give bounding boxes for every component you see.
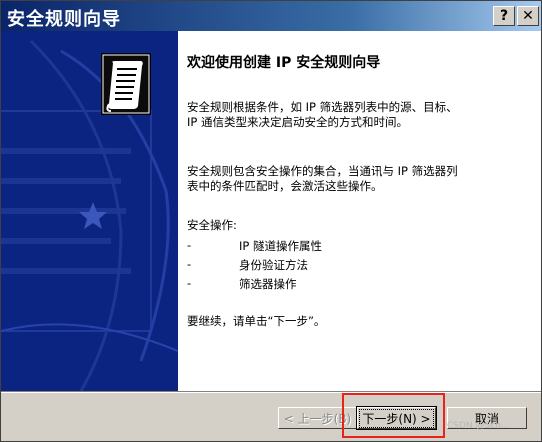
banner-graphic <box>1 31 178 391</box>
button-bar: < 上一步(B) 下一步(N) > 取消 <box>1 391 541 441</box>
description-line-2: 表中的条件匹配时，会激活这些操作。 <box>187 179 383 193</box>
close-button[interactable]: ✕ <box>517 6 539 26</box>
close-icon: ✕ <box>522 8 534 24</box>
list-bullet: - <box>187 238 192 252</box>
list-item-label: 身份验证方法 <box>239 258 308 272</box>
wizard-content: 欢迎使用创建 IP 安全规则向导 安全规则根据条件，如 IP 筛选器列表中的源、… <box>178 31 541 391</box>
description-paragraph: 安全规则包含安全操作的集合，当通讯与 IP 筛选器列 表中的条件匹配时，会激活这… <box>187 164 458 194</box>
description-line-1: 安全规则包含安全操作的集合，当通讯与 IP 筛选器列 <box>187 164 458 178</box>
scroll-icon <box>101 53 151 115</box>
intro-line-2: IP 通信类型来决定启动安全的方式和时间。 <box>187 115 408 129</box>
wizard-heading: 欢迎使用创建 IP 安全规则向导 <box>187 55 381 71</box>
security-ops-label: 安全操作: <box>187 218 237 232</box>
continue-instruction: 要继续，请单击“下一步”。 <box>187 314 326 328</box>
title-bar[interactable]: 安全规则向导 ? ✕ <box>1 1 541 31</box>
watermark: CSDN @Sch... <box>447 421 510 431</box>
intro-paragraph: 安全规则根据条件，如 IP 筛选器列表中的源、目标、 IP 通信类型来决定启动安… <box>187 100 458 130</box>
list-bullet: - <box>187 257 192 271</box>
next-button-highlight <box>342 393 445 438</box>
window-title: 安全规则向导 <box>7 9 121 30</box>
list-item-label: 筛选器操作 <box>239 277 297 291</box>
intro-line-1: 安全规则根据条件，如 IP 筛选器列表中的源、目标、 <box>187 100 458 114</box>
help-icon: ? <box>499 8 509 24</box>
separator <box>1 391 541 393</box>
list-bullet: - <box>187 276 192 290</box>
help-button[interactable]: ? <box>493 6 515 26</box>
wizard-banner <box>1 31 178 391</box>
list-item-label: IP 隧道操作属性 <box>239 239 322 253</box>
wizard-window: 安全规则向导 ? ✕ 欢迎使用创建 IP 安全规则向导 安全规则根据条件，如 I… <box>0 0 542 442</box>
